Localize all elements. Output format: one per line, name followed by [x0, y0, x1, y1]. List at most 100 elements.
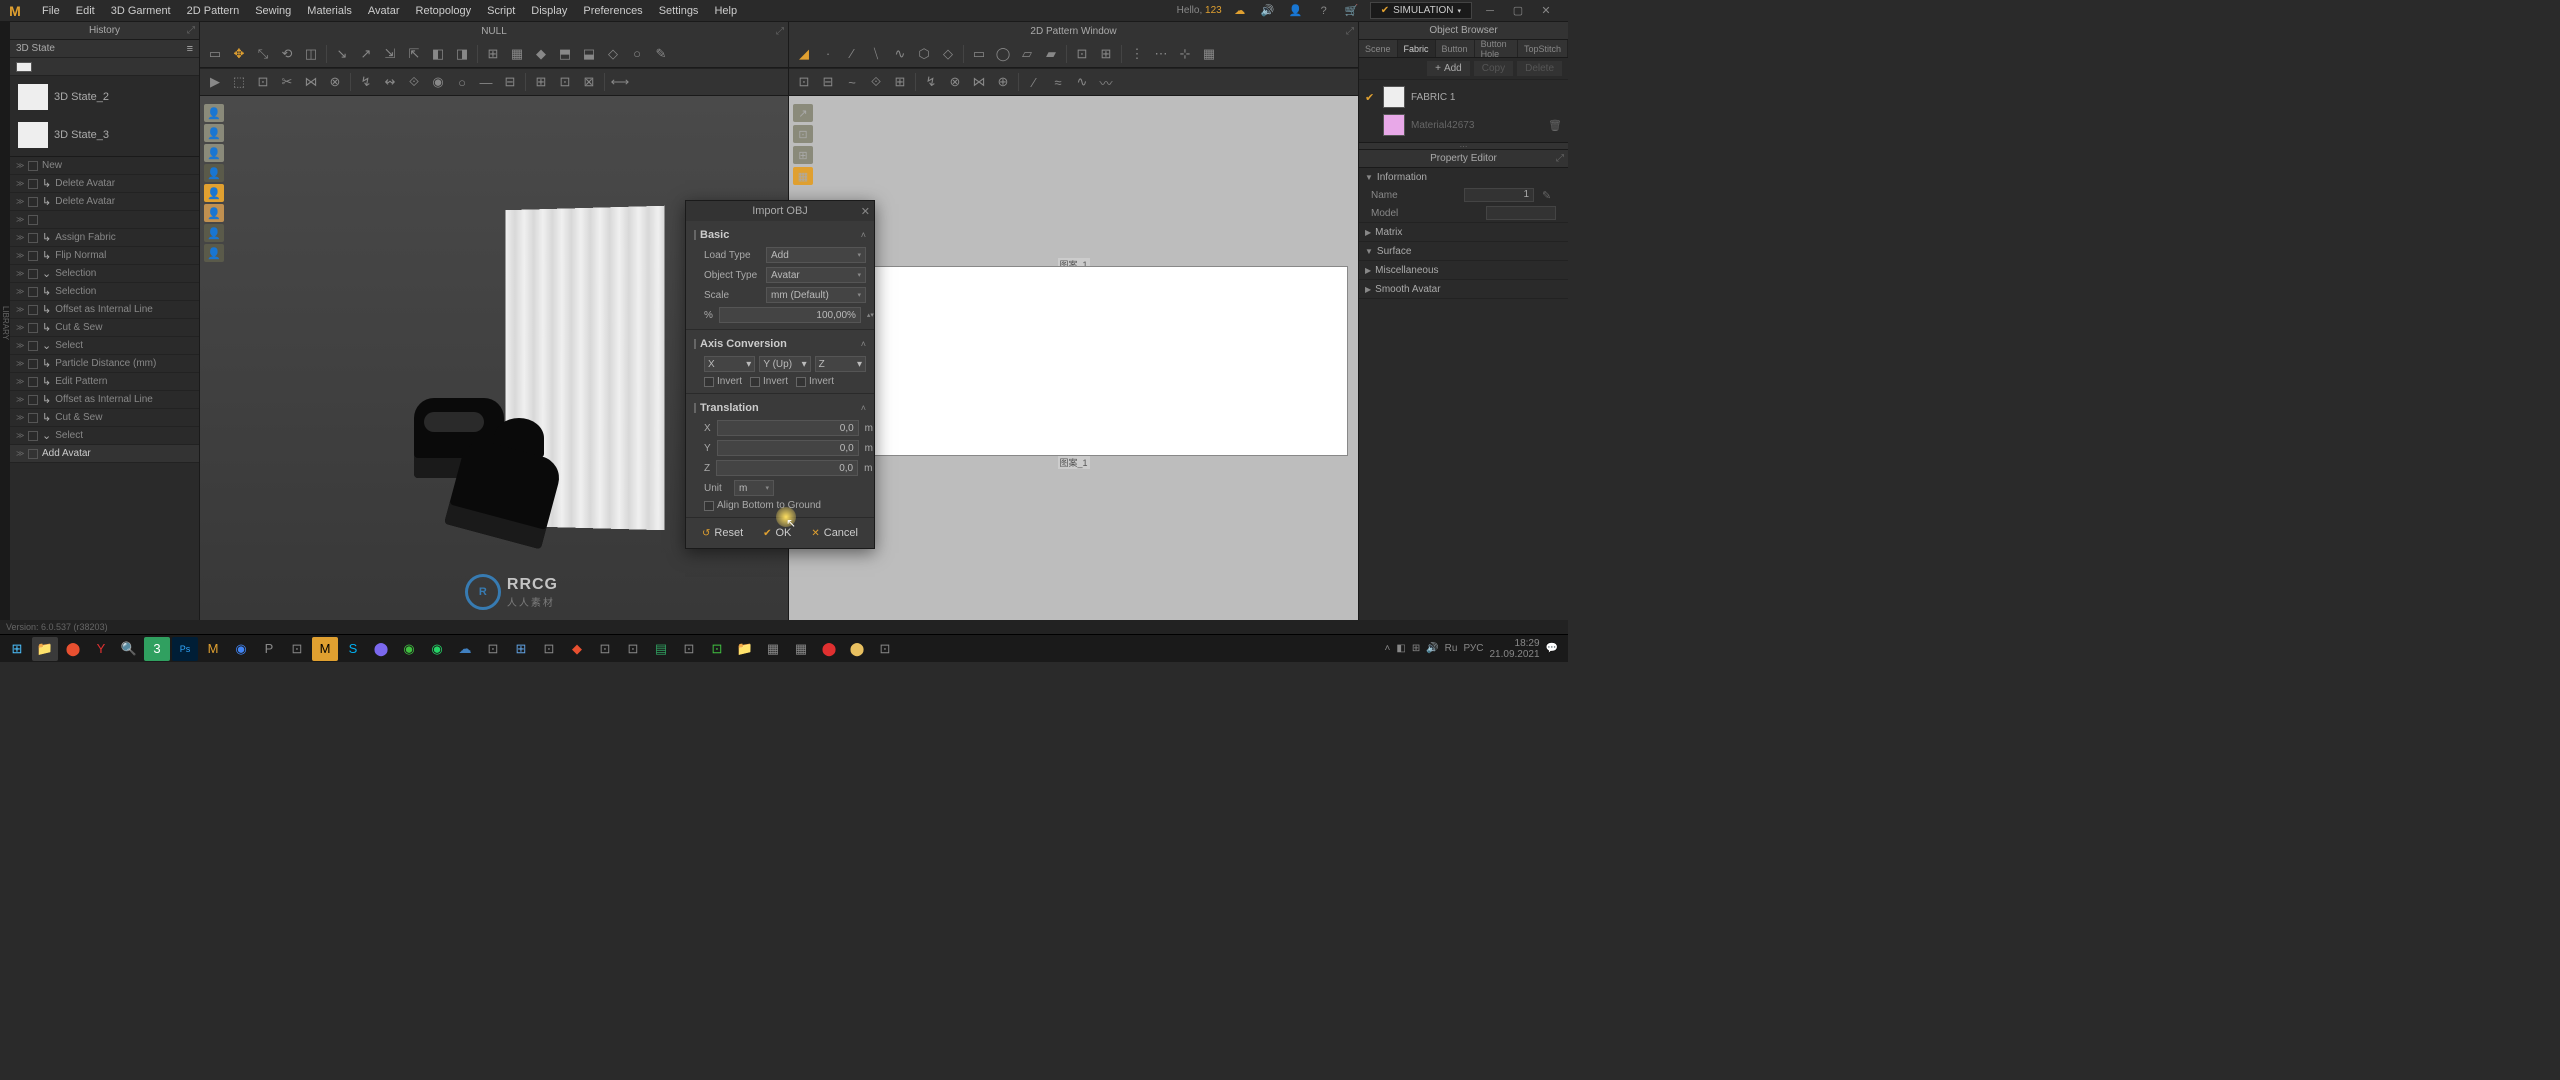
menu-display[interactable]: Display	[523, 5, 575, 17]
tool-icon[interactable]: ⊡	[252, 71, 274, 93]
taskbar-explorer-icon[interactable]: 📁	[32, 637, 58, 661]
tray-icon[interactable]: ⊞	[1412, 643, 1420, 654]
move-tool-icon[interactable]: ✥	[228, 43, 250, 65]
taskbar-app-icon[interactable]: ▦	[760, 637, 786, 661]
delete-fabric-button[interactable]: Delete	[1517, 61, 1562, 76]
tool-icon[interactable]: ▰	[1040, 43, 1062, 65]
dialog-section-basic[interactable]: Basic˄	[694, 225, 866, 245]
tab-button[interactable]: Button	[1436, 40, 1475, 57]
axis-y-select[interactable]: Y (Up)▾	[759, 356, 810, 372]
taskbar-app-icon[interactable]: ⊡	[704, 637, 730, 661]
tray-lang2[interactable]: РУС	[1463, 643, 1483, 654]
history-item[interactable]: ≫↳Cut & Sew	[10, 319, 199, 337]
tool-icon[interactable]: ▶	[204, 71, 226, 93]
taskbar-skype-icon[interactable]: S	[340, 637, 366, 661]
tool-icon[interactable]: ⊞	[889, 71, 911, 93]
user-icon[interactable]: 👤	[1286, 3, 1306, 19]
tool-icon[interactable]: ⟷	[609, 71, 631, 93]
edit-icon[interactable]: ✎	[1542, 189, 1556, 202]
history-item[interactable]: ≫New	[10, 157, 199, 175]
pattern-piece[interactable]	[799, 266, 1348, 456]
avatar-display-icon[interactable]: 👤	[204, 184, 224, 202]
close-icon[interactable]: ✕	[861, 205, 870, 218]
display-mode-icon[interactable]: ↗	[793, 104, 813, 122]
invert-y-checkbox[interactable]: Invert	[750, 376, 788, 387]
tool-icon[interactable]: ⋈	[968, 71, 990, 93]
history-item[interactable]: ≫↳Offset as Internal Line	[10, 301, 199, 319]
tool-icon[interactable]: ▦	[506, 43, 528, 65]
tool-icon[interactable]: ⊡	[554, 71, 576, 93]
history-item[interactable]: ≫↳Delete Avatar	[10, 175, 199, 193]
axis-z-select[interactable]: Z▾	[815, 356, 866, 372]
avatar-display-icon[interactable]: 👤	[204, 124, 224, 142]
history-item[interactable]: ≫↳Selection	[10, 283, 199, 301]
tool-icon[interactable]: ▱	[1016, 43, 1038, 65]
rail-library[interactable]: LIBRARY	[1, 302, 10, 344]
taskbar-search-icon[interactable]: 🔍	[116, 637, 142, 661]
tool-icon[interactable]: ⊞	[482, 43, 504, 65]
prop-section-matrix[interactable]: ▶Matrix	[1359, 223, 1568, 241]
history-item[interactable]: ≫	[10, 211, 199, 229]
tool-icon[interactable]: ⊗	[944, 71, 966, 93]
tool-icon[interactable]: ⟐	[403, 71, 425, 93]
tool-icon[interactable]: ⊟	[817, 71, 839, 93]
taskbar-app-icon[interactable]: M	[200, 637, 226, 661]
history-item[interactable]: ≫⌄Select	[10, 427, 199, 445]
tool-icon[interactable]: —	[475, 71, 497, 93]
percent-input[interactable]	[719, 307, 861, 323]
tool-icon[interactable]: ↯	[355, 71, 377, 93]
avatar-display-icon[interactable]: 👤	[204, 244, 224, 262]
tool-icon[interactable]: ▭	[968, 43, 990, 65]
taskbar-app-icon[interactable]: ⬤	[844, 637, 870, 661]
prop-section-information[interactable]: ▼Information	[1359, 168, 1568, 186]
history-item[interactable]: ≫↳Delete Avatar	[10, 193, 199, 211]
taskbar-app-icon[interactable]: ⬤	[368, 637, 394, 661]
popout-icon[interactable]: ⤢	[1556, 153, 1564, 164]
state-dropdown[interactable]: 3D State	[16, 43, 181, 54]
avatar-display-icon[interactable]: 👤	[204, 104, 224, 122]
ty-input[interactable]	[717, 440, 859, 456]
taskbar-app-icon[interactable]: ▤	[648, 637, 674, 661]
taskbar-app-icon[interactable]: ⊡	[872, 637, 898, 661]
history-item[interactable]: ≫Add Avatar	[10, 445, 199, 463]
taskbar-app-icon[interactable]: ⊡	[592, 637, 618, 661]
tool-icon[interactable]: ⊗	[324, 71, 346, 93]
menu-avatar[interactable]: Avatar	[360, 5, 408, 17]
menu-retopology[interactable]: Retopology	[408, 5, 480, 17]
tool-icon[interactable]: ⊕	[992, 71, 1014, 93]
tool-icon[interactable]: 〰	[1095, 71, 1117, 93]
tool-icon[interactable]: ∕	[1023, 71, 1045, 93]
tool-icon[interactable]: ⇲	[379, 43, 401, 65]
taskbar-app-icon[interactable]: ◆	[564, 637, 590, 661]
tool-icon[interactable]: ⊞	[1095, 43, 1117, 65]
taskbar-chrome-icon[interactable]: ◉	[228, 637, 254, 661]
tool-icon[interactable]: ⬓	[578, 43, 600, 65]
tool-icon[interactable]: ○	[626, 43, 648, 65]
tz-input[interactable]	[716, 460, 858, 476]
tab-button-hole[interactable]: Button Hole	[1475, 40, 1518, 57]
menu-materials[interactable]: Materials	[299, 5, 360, 17]
dialog-section-axis[interactable]: Axis Conversion˄	[694, 334, 866, 354]
tx-input[interactable]	[717, 420, 859, 436]
history-item[interactable]: ≫↳Offset as Internal Line	[10, 391, 199, 409]
taskbar-app-icon[interactable]: ⬤	[816, 637, 842, 661]
tool-icon[interactable]: ∿	[889, 43, 911, 65]
object-type-select[interactable]: Avatar▾	[766, 267, 866, 283]
taskbar-app-icon[interactable]: ⊡	[620, 637, 646, 661]
tray-lang[interactable]: Ru	[1445, 643, 1458, 654]
tool-icon[interactable]: ✂	[276, 71, 298, 93]
taskbar-app-icon[interactable]: ▦	[788, 637, 814, 661]
tool-icon[interactable]: ◫	[300, 43, 322, 65]
tab-scene[interactable]: Scene	[1359, 40, 1398, 57]
taskbar-app-icon[interactable]: ☁	[452, 637, 478, 661]
ok-button[interactable]: ✔OK	[755, 524, 799, 542]
menu-file[interactable]: File	[34, 5, 68, 17]
tool-icon[interactable]: ↯	[920, 71, 942, 93]
invert-z-checkbox[interactable]: Invert	[796, 376, 834, 387]
copy-fabric-button[interactable]: Copy	[1474, 61, 1513, 76]
history-item[interactable]: ≫⌄Selection	[10, 265, 199, 283]
tool-icon[interactable]: ◨	[451, 43, 473, 65]
start-button[interactable]: ⊞	[4, 637, 30, 661]
tray-chevron-icon[interactable]: ˄	[1385, 643, 1391, 654]
tool-icon[interactable]: ⊡	[793, 71, 815, 93]
